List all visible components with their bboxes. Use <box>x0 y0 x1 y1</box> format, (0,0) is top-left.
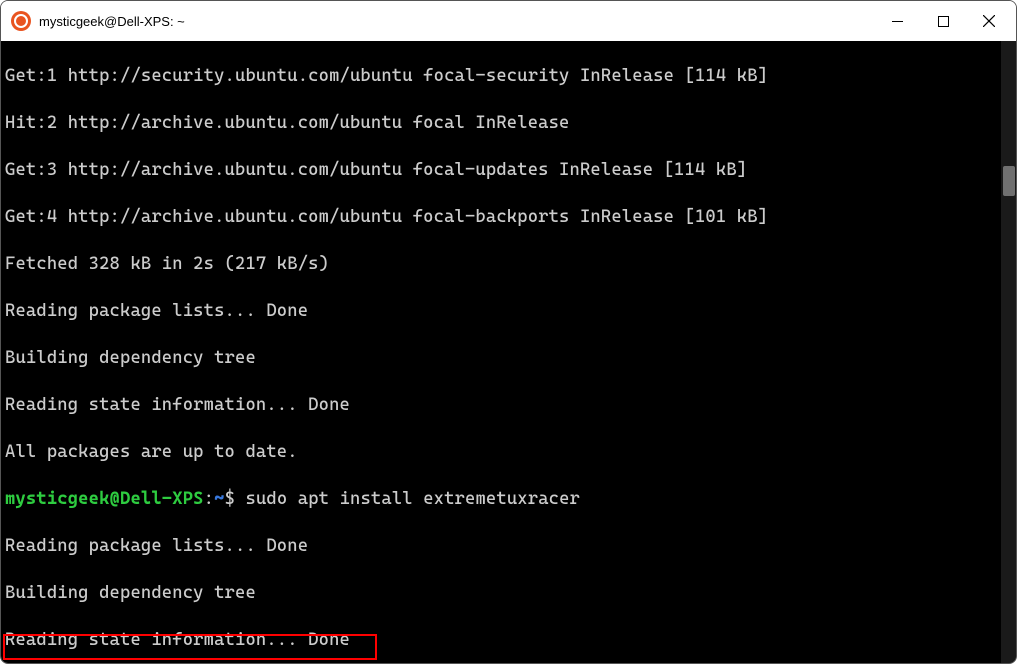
minimize-button[interactable] <box>874 3 920 39</box>
output-line: Reading package lists... Done <box>5 300 1016 324</box>
ubuntu-icon <box>11 11 31 31</box>
prompt-dollar: $ <box>225 489 246 509</box>
window-title: mysticgeek@Dell-XPS: ~ <box>39 14 874 29</box>
output-line: Hit:2 http://archive.ubuntu.com/ubuntu f… <box>5 112 1016 136</box>
terminal-body[interactable]: Get:1 http://security.ubuntu.com/ubuntu … <box>1 41 1016 663</box>
output-line: Reading state information... Done <box>5 629 1016 653</box>
output-line: Get:1 http://security.ubuntu.com/ubuntu … <box>5 65 1016 89</box>
terminal-output: Get:1 http://security.ubuntu.com/ubuntu … <box>1 41 1016 663</box>
maximize-button[interactable] <box>920 3 966 39</box>
scrollbar-thumb[interactable] <box>1003 166 1015 196</box>
output-line: Building dependency tree <box>5 347 1016 371</box>
scrollbar-track[interactable] <box>1001 41 1016 663</box>
output-line: Get:3 http://archive.ubuntu.com/ubuntu f… <box>5 159 1016 183</box>
prompt-line: mysticgeek@Dell-XPS:~$ sudo apt install … <box>5 488 1016 512</box>
output-line: Fetched 328 kB in 2s (217 kB/s) <box>5 253 1016 277</box>
output-line: Reading state information... Done <box>5 394 1016 418</box>
output-line: All packages are up to date. <box>5 441 1016 465</box>
prompt-colon: : <box>204 489 214 509</box>
output-line: Get:4 http://archive.ubuntu.com/ubuntu f… <box>5 206 1016 230</box>
window-controls <box>874 3 1012 39</box>
prompt-user-host: mysticgeek@Dell-XPS <box>5 489 204 509</box>
prompt-path: ~ <box>214 489 224 509</box>
output-line: Building dependency tree <box>5 582 1016 606</box>
output-line: Reading package lists... Done <box>5 535 1016 559</box>
titlebar[interactable]: mysticgeek@Dell-XPS: ~ <box>1 1 1016 41</box>
terminal-window: mysticgeek@Dell-XPS: ~ Get:1 http://secu… <box>0 0 1017 664</box>
close-button[interactable] <box>966 3 1012 39</box>
typed-command: sudo apt install extremetuxracer <box>245 489 580 509</box>
